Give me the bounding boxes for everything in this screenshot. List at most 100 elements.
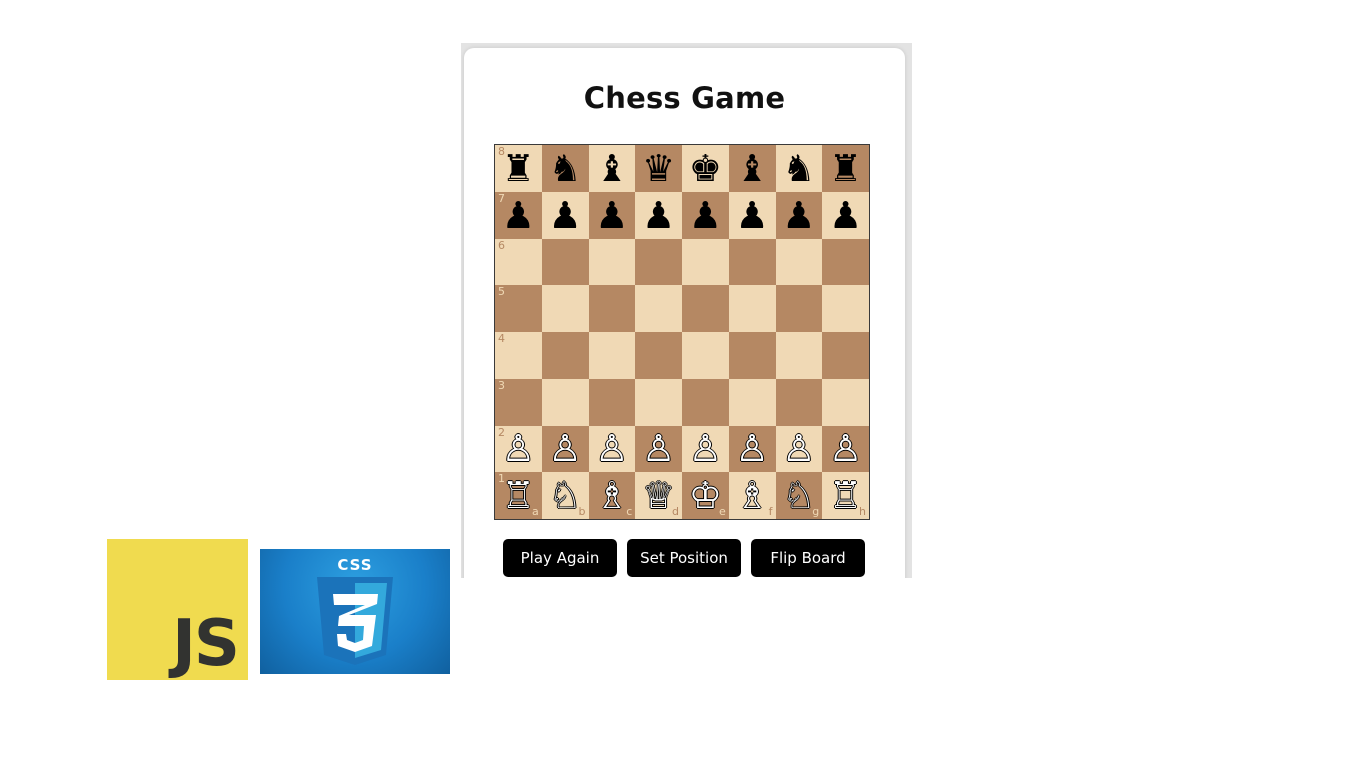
- square-h7[interactable]: ♟: [822, 191, 869, 239]
- square-d2[interactable]: ♙: [635, 425, 682, 473]
- square-d6[interactable]: [635, 238, 682, 286]
- black-rook-piece[interactable]: ♜: [495, 145, 542, 192]
- square-f2[interactable]: ♙: [728, 425, 776, 473]
- square-a3[interactable]: 3: [495, 378, 542, 426]
- square-f7[interactable]: ♟: [728, 191, 776, 239]
- black-bishop-piece[interactable]: ♝: [589, 145, 636, 192]
- square-f6[interactable]: [728, 238, 776, 286]
- black-bishop-piece[interactable]: ♝: [729, 145, 776, 192]
- square-b1[interactable]: b ♘: [541, 472, 589, 519]
- square-e4[interactable]: [682, 332, 729, 379]
- white-bishop-piece[interactable]: ♗: [729, 472, 776, 519]
- square-c6[interactable]: [588, 238, 636, 286]
- square-f8[interactable]: ♝: [728, 145, 776, 192]
- square-h6[interactable]: [822, 238, 869, 286]
- square-a6[interactable]: 6: [495, 238, 542, 286]
- square-b8[interactable]: ♞: [541, 145, 589, 192]
- square-c4[interactable]: [588, 332, 636, 379]
- square-g6[interactable]: [775, 238, 823, 286]
- square-f5[interactable]: [728, 285, 776, 332]
- black-pawn-piece[interactable]: ♟: [776, 192, 823, 239]
- black-knight-piece[interactable]: ♞: [542, 145, 589, 192]
- square-d7[interactable]: ♟: [635, 191, 682, 239]
- square-b6[interactable]: [541, 238, 589, 286]
- square-a5[interactable]: 5: [495, 285, 542, 332]
- square-d8[interactable]: ♛: [635, 145, 682, 192]
- white-pawn-piece[interactable]: ♙: [776, 426, 823, 473]
- white-knight-piece[interactable]: ♘: [776, 472, 823, 519]
- square-b2[interactable]: ♙: [541, 425, 589, 473]
- square-f3[interactable]: [728, 378, 776, 426]
- square-h2[interactable]: ♙: [822, 425, 869, 473]
- black-pawn-piece[interactable]: ♟: [822, 192, 869, 239]
- square-e2[interactable]: ♙: [682, 425, 729, 473]
- white-rook-piece[interactable]: ♖: [495, 472, 542, 519]
- black-knight-piece[interactable]: ♞: [776, 145, 823, 192]
- square-g5[interactable]: [775, 285, 823, 332]
- square-b5[interactable]: [541, 285, 589, 332]
- black-king-piece[interactable]: ♚: [682, 145, 729, 192]
- square-f1[interactable]: f ♗: [728, 472, 776, 519]
- black-pawn-piece[interactable]: ♟: [589, 192, 636, 239]
- white-pawn-piece[interactable]: ♙: [682, 426, 729, 473]
- square-d5[interactable]: [635, 285, 682, 332]
- square-e3[interactable]: [682, 378, 729, 426]
- white-pawn-piece[interactable]: ♙: [542, 426, 589, 473]
- square-h3[interactable]: [822, 378, 869, 426]
- square-h8[interactable]: ♜: [822, 145, 869, 192]
- square-a2[interactable]: 2 ♙: [495, 425, 542, 473]
- white-rook-piece[interactable]: ♖: [822, 472, 869, 519]
- square-h1[interactable]: h ♖: [822, 472, 869, 519]
- square-h4[interactable]: [822, 332, 869, 379]
- white-knight-piece[interactable]: ♘: [542, 472, 589, 519]
- chess-board[interactable]: 8 ♜ ♞ ♝ ♛ ♚ ♝ ♞ ♜ 7 ♟ ♟ ♟ ♟ ♟ ♟ ♟ ♟ 6 5 4 3 2 ♙ ♙ ♙ ♙ ♙ ♙ ♙ ♙ 1 a ♖ b ♘ c ♗ d ♕…: [494, 144, 870, 520]
- square-h5[interactable]: [822, 285, 869, 332]
- black-queen-piece[interactable]: ♛: [635, 145, 682, 192]
- play-again-button[interactable]: Play Again: [503, 539, 617, 577]
- white-pawn-piece[interactable]: ♙: [495, 426, 542, 473]
- flip-board-button[interactable]: Flip Board: [751, 539, 865, 577]
- white-pawn-piece[interactable]: ♙: [729, 426, 776, 473]
- square-g4[interactable]: [775, 332, 823, 379]
- square-d4[interactable]: [635, 332, 682, 379]
- white-pawn-piece[interactable]: ♙: [589, 426, 636, 473]
- black-rook-piece[interactable]: ♜: [822, 145, 869, 192]
- square-a7[interactable]: 7 ♟: [495, 191, 542, 239]
- set-position-button[interactable]: Set Position: [627, 539, 741, 577]
- square-e1[interactable]: e ♔: [682, 472, 729, 519]
- white-pawn-piece[interactable]: ♙: [635, 426, 682, 473]
- square-g8[interactable]: ♞: [775, 145, 823, 192]
- square-g3[interactable]: [775, 378, 823, 426]
- square-g7[interactable]: ♟: [775, 191, 823, 239]
- black-pawn-piece[interactable]: ♟: [495, 192, 542, 239]
- square-g2[interactable]: ♙: [775, 425, 823, 473]
- square-b3[interactable]: [541, 378, 589, 426]
- square-e5[interactable]: [682, 285, 729, 332]
- square-c1[interactable]: c ♗: [588, 472, 636, 519]
- black-pawn-piece[interactable]: ♟: [729, 192, 776, 239]
- square-a8[interactable]: 8 ♜: [495, 145, 542, 192]
- square-b7[interactable]: ♟: [541, 191, 589, 239]
- square-a4[interactable]: 4: [495, 332, 542, 379]
- square-g1[interactable]: g ♘: [775, 472, 823, 519]
- white-queen-piece[interactable]: ♕: [635, 472, 682, 519]
- square-c3[interactable]: [588, 378, 636, 426]
- white-king-piece[interactable]: ♔: [682, 472, 729, 519]
- white-pawn-piece[interactable]: ♙: [822, 426, 869, 473]
- square-e8[interactable]: ♚: [682, 145, 729, 192]
- square-d3[interactable]: [635, 378, 682, 426]
- square-a1[interactable]: 1 a ♖: [495, 472, 542, 519]
- square-c7[interactable]: ♟: [588, 191, 636, 239]
- black-pawn-piece[interactable]: ♟: [542, 192, 589, 239]
- square-e6[interactable]: [682, 238, 729, 286]
- black-pawn-piece[interactable]: ♟: [682, 192, 729, 239]
- square-c5[interactable]: [588, 285, 636, 332]
- square-c8[interactable]: ♝: [588, 145, 636, 192]
- square-e7[interactable]: ♟: [682, 191, 729, 239]
- square-f4[interactable]: [728, 332, 776, 379]
- black-pawn-piece[interactable]: ♟: [635, 192, 682, 239]
- square-c2[interactable]: ♙: [588, 425, 636, 473]
- square-d1[interactable]: d ♕: [635, 472, 682, 519]
- square-b4[interactable]: [541, 332, 589, 379]
- white-bishop-piece[interactable]: ♗: [589, 472, 636, 519]
